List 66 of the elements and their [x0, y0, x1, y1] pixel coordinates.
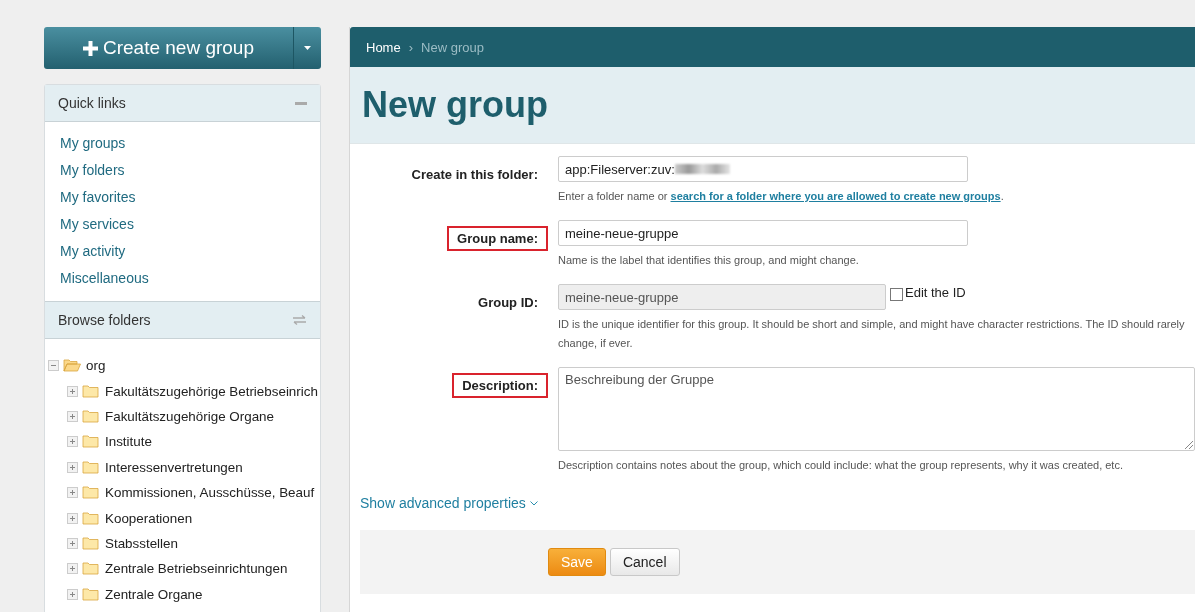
text-field[interactable]: app:Fileserver:zuv: [558, 156, 968, 182]
folder-icon [82, 384, 100, 398]
panel-title: Browse folders [58, 312, 151, 328]
tree-item[interactable]: Zentrale Betriebseinrichtungen [105, 561, 288, 577]
tree-toggle-icon[interactable] [48, 360, 59, 372]
field-label: Group name: [447, 226, 548, 251]
folder-icon [82, 587, 100, 601]
folder-icon [63, 359, 81, 373]
blurred-text [674, 164, 730, 174]
help-text: Description contains notes about the group, which could include: what the group represents, why it was created, etc. [558, 458, 1124, 473]
folder-icon [82, 511, 100, 525]
text-area[interactable]: Beschreibung der Gruppe [558, 367, 1195, 451]
collapse-icon[interactable] [295, 101, 307, 105]
checkbox[interactable] [890, 288, 903, 301]
cancel-button[interactable]: Cancel [609, 548, 680, 576]
checkbox-label: Edit the ID [905, 285, 966, 300]
tree-item[interactable]: Zentrale Organe [105, 586, 203, 602]
tree-toggle-icon[interactable] [67, 410, 78, 422]
tree-toggle-icon[interactable] [67, 537, 78, 549]
quick-link[interactable]: My groups [60, 134, 305, 153]
tree-toggle-icon[interactable] [67, 588, 78, 600]
swap-arrows-icon[interactable] [292, 315, 307, 325]
breadcrumb-link[interactable]: Home [366, 39, 401, 55]
folder-icon [82, 409, 100, 423]
tree-item[interactable]: Fakultätszugehörige Betriebseinrich [105, 383, 318, 399]
tree-item[interactable]: Institute [105, 434, 152, 450]
tree-item[interactable]: Fakultätszugehörige Organe [105, 408, 274, 424]
page-title: New group [362, 84, 548, 126]
field-label: Create in this folder: [410, 166, 539, 184]
tree-toggle-icon[interactable] [67, 461, 78, 473]
tree-item[interactable]: Kommissionen, Ausschüsse, Beauf [105, 485, 315, 501]
tree-item[interactable]: Kooperationen [105, 510, 193, 526]
field-label: Group ID: [477, 294, 539, 312]
folder-icon [82, 536, 100, 550]
caret-icon [304, 46, 311, 50]
quick-link[interactable]: My folders [60, 161, 305, 180]
search-folder-link[interactable]: search for a folder where you are allowed to create new groups [670, 190, 1001, 202]
plus-icon [82, 40, 98, 56]
help-text: Name is the label that identifies this group, and might change. [558, 253, 860, 268]
tree-item[interactable]: org [86, 358, 106, 374]
text-field[interactable]: meine-neue-gruppe [558, 220, 968, 246]
quick-link[interactable]: Miscellaneous [60, 269, 305, 288]
tree-item[interactable]: Interessenvertretungen [105, 459, 243, 475]
panel-title: Quick links [58, 95, 126, 111]
folder-icon [82, 435, 100, 449]
field-label: Description: [452, 373, 548, 398]
folder-icon [82, 486, 100, 500]
tree-toggle-icon[interactable] [67, 512, 78, 524]
breadcrumb-link[interactable]: New group [421, 39, 484, 55]
show-advanced-properties-link[interactable]: Show advanced properties [360, 495, 538, 511]
resize-grip-icon[interactable] [1184, 440, 1193, 449]
chevron-down-icon [529, 500, 538, 506]
tree-toggle-icon[interactable] [67, 487, 78, 499]
breadcrumb-separator: › [408, 39, 414, 55]
folder-icon [82, 562, 100, 576]
quick-link[interactable]: My favorites [60, 188, 305, 207]
quick-link[interactable]: My activity [60, 242, 305, 261]
tree-toggle-icon[interactable] [67, 563, 78, 575]
text-field[interactable]: meine-neue-gruppe [558, 284, 886, 310]
help-text: ID is the unique identifier for this group. It should be short and simple, and might have character restrictions. The ID should rarely change, if ever. [558, 317, 1186, 351]
quick-link[interactable]: My services [60, 215, 305, 234]
tree-toggle-icon[interactable] [67, 436, 78, 448]
tree-item[interactable]: Stabsstellen [105, 535, 178, 551]
help-text: Enter a folder name or search for a folder where you are allowed to create new groups. [558, 189, 1005, 204]
folder-icon [82, 460, 100, 474]
tree-toggle-icon[interactable] [67, 385, 78, 397]
